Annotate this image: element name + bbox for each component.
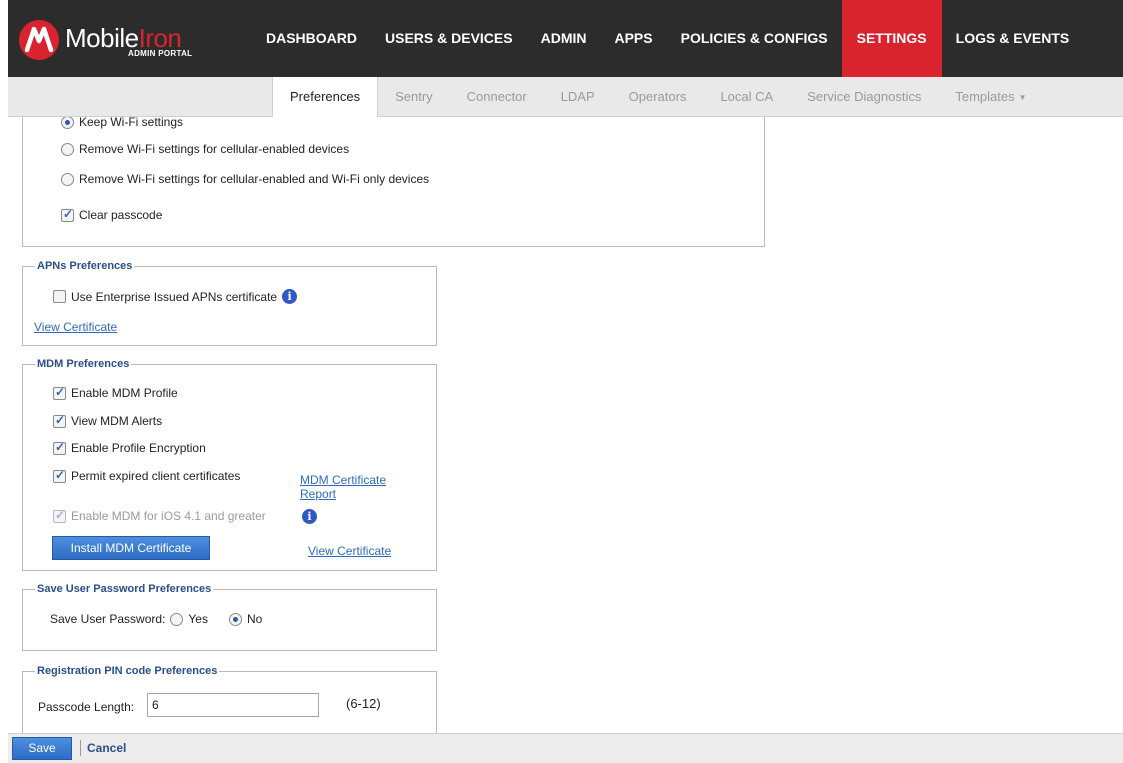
enable-mdm-ios-option: Enable MDM for iOS 4.1 and greater xyxy=(53,508,266,523)
permit-expired-certs-option[interactable]: Permit expired client certificates xyxy=(53,468,241,483)
nav-admin[interactable]: ADMIN xyxy=(527,0,601,77)
enable-mdm-profile-label: Enable MDM Profile xyxy=(71,386,178,400)
passcode-length-range: (6-12) xyxy=(346,696,381,711)
save-password-label: Save User Password: xyxy=(50,612,166,626)
use-enterprise-apns-option[interactable]: Use Enterprise Issued APNs certificate i xyxy=(53,289,298,304)
save-password-yes-label: Yes xyxy=(188,612,208,626)
mobileiron-logo-icon xyxy=(19,20,59,60)
install-mdm-certificate-button[interactable]: Install MDM Certificate xyxy=(52,536,210,560)
info-icon[interactable]: i xyxy=(282,289,298,304)
main-nav: DASHBOARD USERS & DEVICES ADMIN APPS POL… xyxy=(258,0,1083,77)
footer-separator xyxy=(80,740,81,756)
remove-wifi-all-radio[interactable] xyxy=(61,172,74,186)
tab-preferences[interactable]: Preferences xyxy=(272,77,379,117)
cancel-button[interactable]: Cancel xyxy=(87,741,126,755)
clear-passcode-label: Clear passcode xyxy=(79,208,163,222)
enable-mdm-ios-label: Enable MDM for iOS 4.1 and greater xyxy=(71,509,266,523)
save-password-preferences-title: Save User Password Preferences xyxy=(35,583,214,595)
mdm-view-certificate-link[interactable]: View Certificate xyxy=(308,544,391,558)
enable-mdm-ios-checkbox xyxy=(53,508,66,523)
tab-sentry[interactable]: Sentry xyxy=(378,77,450,117)
nav-logs-events[interactable]: LOGS & EVENTS xyxy=(942,0,1084,77)
passcode-length-input[interactable] xyxy=(147,693,319,717)
save-password-no-radio[interactable] xyxy=(228,612,242,626)
view-mdm-alerts-option[interactable]: View MDM Alerts xyxy=(53,413,163,428)
settings-subnav-bar: Preferences Sentry Connector LDAP Operat… xyxy=(8,77,1123,117)
remove-wifi-all-label: Remove Wi-Fi settings for cellular-enabl… xyxy=(79,172,430,186)
nav-settings[interactable]: SETTINGS xyxy=(841,0,942,77)
save-password-preferences-group: Save User Password Preferences Save User… xyxy=(22,583,437,651)
wipe-preferences-group: Keep Wi-Fi settings Remove Wi-Fi setting… xyxy=(22,117,765,247)
save-password-row: Save User Password: Yes No xyxy=(50,612,262,626)
clear-passcode-checkbox[interactable] xyxy=(61,207,74,222)
use-enterprise-apns-label: Use Enterprise Issued APNs certificate xyxy=(71,289,278,304)
apns-view-certificate-link[interactable]: View Certificate xyxy=(34,320,117,334)
nav-apps[interactable]: APPS xyxy=(600,0,666,77)
tab-connector[interactable]: Connector xyxy=(450,77,544,117)
keep-wifi-option[interactable]: Keep Wi-Fi settings xyxy=(61,117,183,129)
remove-wifi-cellular-label: Remove Wi-Fi settings for cellular-enabl… xyxy=(79,142,350,156)
tab-service-diagnostics[interactable]: Service Diagnostics xyxy=(790,77,938,117)
enable-mdm-profile-option[interactable]: Enable MDM Profile xyxy=(53,385,178,400)
caret-down-icon: ▼ xyxy=(1018,93,1027,102)
enable-mdm-profile-checkbox[interactable] xyxy=(53,385,66,400)
preferences-content: Keep Wi-Fi settings Remove Wi-Fi setting… xyxy=(8,117,1123,733)
registration-pin-preferences-group: Registration PIN code Preferences Passco… xyxy=(22,665,437,733)
enable-profile-encryption-label: Enable Profile Encryption xyxy=(71,441,206,455)
logo-subtitle: ADMIN PORTAL xyxy=(128,49,193,58)
save-password-no-label: No xyxy=(246,612,263,626)
save-button[interactable]: Save xyxy=(12,737,72,760)
tab-templates-label: Templates xyxy=(955,89,1015,104)
permit-expired-certs-checkbox[interactable] xyxy=(53,468,66,483)
mdm-certificate-report-line2: Report xyxy=(300,487,337,501)
mdm-preferences-group: MDM Preferences Enable MDM Profile View … xyxy=(22,358,437,571)
enable-profile-encryption-option[interactable]: Enable Profile Encryption xyxy=(53,440,206,455)
remove-wifi-cellular-option[interactable]: Remove Wi-Fi settings for cellular-enabl… xyxy=(61,142,349,156)
tab-operators[interactable]: Operators xyxy=(612,77,704,117)
top-navigation-bar: MobileIron ADMIN PORTAL DASHBOARD USERS … xyxy=(8,0,1123,77)
enable-profile-encryption-checkbox[interactable] xyxy=(53,440,66,455)
view-mdm-alerts-checkbox[interactable] xyxy=(53,413,66,428)
info-icon[interactable]: i xyxy=(302,509,317,524)
registration-pin-preferences-title: Registration PIN code Preferences xyxy=(35,665,220,677)
tab-ldap[interactable]: LDAP xyxy=(544,77,612,117)
mobileiron-logo[interactable]: MobileIron ADMIN PORTAL xyxy=(19,20,204,60)
permit-expired-certs-label: Permit expired client certificates xyxy=(71,469,241,483)
apns-preferences-group: APNs Preferences Use Enterprise Issued A… xyxy=(22,260,437,346)
settings-subnav: Preferences Sentry Connector LDAP Operat… xyxy=(272,77,1044,117)
nav-policies-configs[interactable]: POLICIES & CONFIGS xyxy=(667,0,842,77)
form-footer: Save Cancel xyxy=(8,733,1123,763)
use-enterprise-apns-checkbox[interactable] xyxy=(53,290,66,303)
keep-wifi-radio[interactable] xyxy=(61,117,74,129)
tab-templates[interactable]: Templates ▼ xyxy=(938,77,1043,117)
remove-wifi-all-option[interactable]: Remove Wi-Fi settings for cellular-enabl… xyxy=(61,172,429,186)
mdm-certificate-report-link[interactable]: MDM Certificate Report xyxy=(300,473,386,501)
clear-passcode-option[interactable]: Clear passcode xyxy=(61,207,163,222)
passcode-length-label-row: Passcode Length: xyxy=(38,700,134,714)
apns-preferences-title: APNs Preferences xyxy=(35,260,135,272)
mdm-preferences-title: MDM Preferences xyxy=(35,358,132,370)
keep-wifi-label: Keep Wi-Fi settings xyxy=(79,117,184,129)
remove-wifi-cellular-radio[interactable] xyxy=(61,142,74,156)
save-password-yes-radio[interactable] xyxy=(170,612,184,626)
nav-dashboard[interactable]: DASHBOARD xyxy=(258,0,371,77)
passcode-length-label: Passcode Length: xyxy=(38,700,135,714)
mdm-certificate-report-line1: MDM Certificate xyxy=(300,473,387,487)
nav-users-devices[interactable]: USERS & DEVICES xyxy=(371,0,527,77)
tab-local-ca[interactable]: Local CA xyxy=(703,77,790,117)
view-mdm-alerts-label: View MDM Alerts xyxy=(71,414,163,428)
